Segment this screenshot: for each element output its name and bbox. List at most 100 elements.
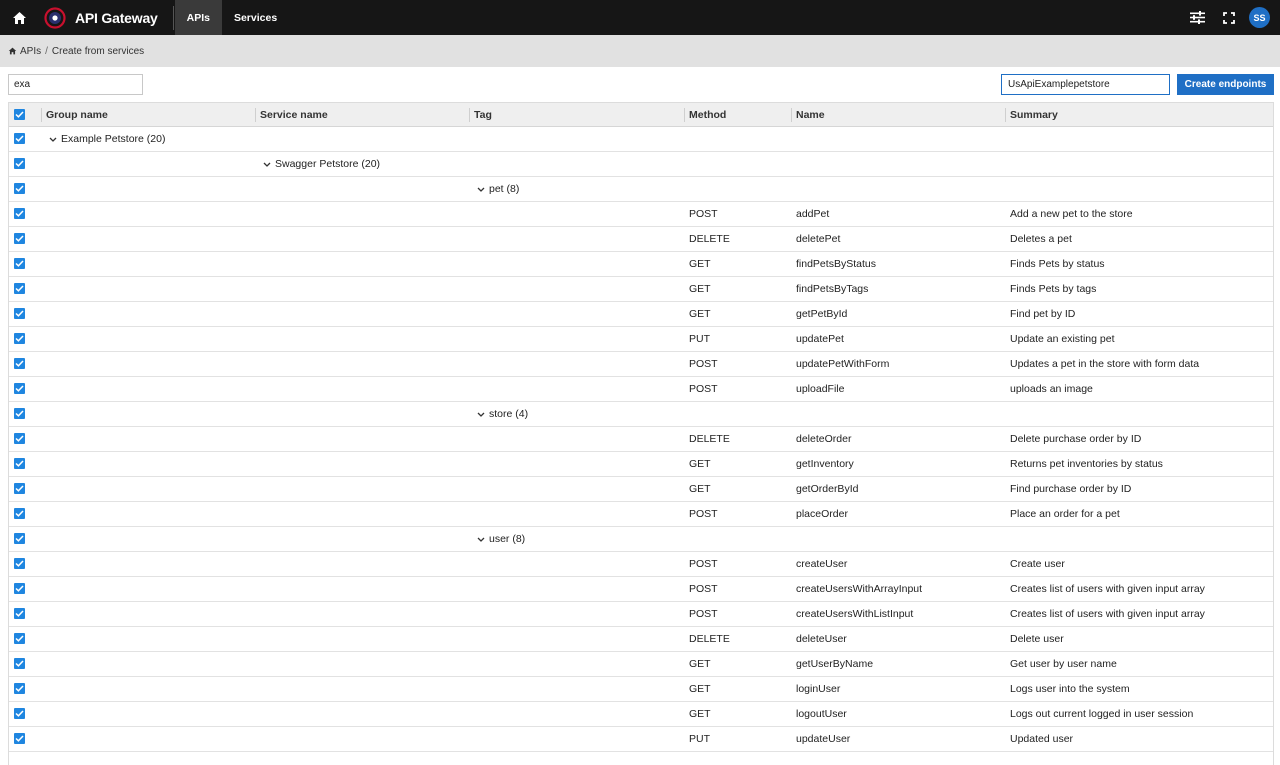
method-cell: PUT xyxy=(689,733,710,745)
search-input[interactable] xyxy=(8,74,143,95)
row-checkbox[interactable] xyxy=(14,283,25,294)
breadcrumb-apis-link[interactable]: APIs xyxy=(20,46,41,57)
breadcrumb: APIs / Create from services xyxy=(0,35,1280,67)
method-cell: POST xyxy=(689,583,718,595)
breadcrumb-home-icon[interactable] xyxy=(8,47,17,55)
row-checkbox[interactable] xyxy=(14,233,25,244)
row-checkbox[interactable] xyxy=(14,658,25,669)
method-cell: DELETE xyxy=(689,433,730,445)
table-row[interactable]: POST createUsersWithArrayInput Creates lis… xyxy=(9,577,1273,602)
col-header-tag[interactable]: Tag xyxy=(474,103,492,127)
row-checkbox[interactable] xyxy=(14,533,25,544)
column-divider xyxy=(255,108,256,122)
table-row[interactable]: GET findPetsByStatus Finds Pets by status xyxy=(9,252,1273,277)
tag-name[interactable]: pet (8) xyxy=(477,177,519,201)
summary-cell: Finds Pets by status xyxy=(1010,258,1105,270)
table-row[interactable]: POST createUsersWithListInput Creates list… xyxy=(9,602,1273,627)
tab-apis[interactable]: APIs xyxy=(174,0,222,35)
col-header-method[interactable]: Method xyxy=(689,103,726,127)
table-row[interactable]: GET getPetById Find pet by ID xyxy=(9,302,1273,327)
row-checkbox[interactable] xyxy=(14,583,25,594)
table-row[interactable]: GET logoutUser Logs out current logged in … xyxy=(9,702,1273,727)
summary-cell: Updated user xyxy=(1010,733,1074,745)
name-cell: createUsersWithListInput xyxy=(796,608,914,620)
row-checkbox[interactable] xyxy=(14,558,25,569)
table-row[interactable]: POST uploadFile uploads an image xyxy=(9,377,1273,402)
group-name[interactable]: Example Petstore (20) xyxy=(49,127,165,151)
row-checkbox[interactable] xyxy=(14,258,25,269)
row-checkbox[interactable] xyxy=(14,183,25,194)
tag-name[interactable]: store (4) xyxy=(477,402,528,426)
row-checkbox[interactable] xyxy=(14,133,25,144)
checkmark-icon xyxy=(15,210,24,217)
col-header-name[interactable]: Name xyxy=(796,103,825,127)
service-name[interactable]: Swagger Petstore (20) xyxy=(263,152,380,176)
tag-name[interactable]: user (8) xyxy=(477,527,525,551)
user-avatar[interactable]: SS xyxy=(1249,7,1270,28)
table-row[interactable]: POST placeOrder Place an order for a pet xyxy=(9,502,1273,527)
table-row[interactable]: DELETE deleteOrder Delete purchase order b… xyxy=(9,427,1273,452)
table-row[interactable]: DELETE deleteUser Delete user xyxy=(9,627,1273,652)
table-row[interactable]: DELETE deletePet Deletes a pet xyxy=(9,227,1273,252)
home-icon[interactable] xyxy=(0,0,38,35)
method-cell: GET xyxy=(689,458,711,470)
col-header-group-name[interactable]: Group name xyxy=(46,103,108,127)
service-row[interactable]: Swagger Petstore (20) xyxy=(9,152,1273,177)
row-checkbox[interactable] xyxy=(14,333,25,344)
chevron-down-icon[interactable] xyxy=(49,137,57,142)
row-checkbox[interactable] xyxy=(14,608,25,619)
select-all-checkbox[interactable] xyxy=(14,109,25,120)
tag-row[interactable]: store (4) xyxy=(9,402,1273,427)
chevron-down-icon[interactable] xyxy=(477,187,485,192)
row-checkbox[interactable] xyxy=(14,733,25,744)
checkmark-icon xyxy=(15,585,24,592)
table-row[interactable]: POST createUser Create user xyxy=(9,552,1273,577)
checkmark-icon xyxy=(15,185,24,192)
row-checkbox[interactable] xyxy=(14,508,25,519)
table-row[interactable]: PUT updatePet Update an existing pet xyxy=(9,327,1273,352)
table-row[interactable]: GET getUserByName Get user by user name xyxy=(9,652,1273,677)
row-checkbox[interactable] xyxy=(14,458,25,469)
col-header-service-name[interactable]: Service name xyxy=(260,103,328,127)
row-checkbox[interactable] xyxy=(14,308,25,319)
row-checkbox[interactable] xyxy=(14,208,25,219)
group-row[interactable]: Example Petstore (20) xyxy=(9,127,1273,152)
chevron-down-icon[interactable] xyxy=(263,162,271,167)
row-checkbox[interactable] xyxy=(14,408,25,419)
nav-divider xyxy=(172,5,174,30)
method-cell: POST xyxy=(689,358,718,370)
summary-cell: Updates a pet in the store with form dat… xyxy=(1010,358,1200,370)
row-checkbox[interactable] xyxy=(14,633,25,644)
settings-sliders-icon[interactable] xyxy=(1181,0,1213,35)
row-checkbox[interactable] xyxy=(14,433,25,444)
row-checkbox[interactable] xyxy=(14,158,25,169)
fullscreen-icon[interactable] xyxy=(1213,0,1245,35)
summary-cell: Returns pet inventories by status xyxy=(1010,458,1163,470)
table-row[interactable]: GET getOrderById Find purchase order by ID xyxy=(9,477,1273,502)
tab-services[interactable]: Services xyxy=(222,0,289,35)
row-checkbox[interactable] xyxy=(14,483,25,494)
name-cell: addPet xyxy=(796,208,830,220)
row-checkbox[interactable] xyxy=(14,683,25,694)
table-row[interactable]: GET getInventory Returns pet inventories b… xyxy=(9,452,1273,477)
api-name-input[interactable] xyxy=(1001,74,1170,95)
summary-cell: Update an existing pet xyxy=(1010,333,1115,345)
tag-row[interactable]: pet (8) xyxy=(9,177,1273,202)
row-checkbox[interactable] xyxy=(14,708,25,719)
tag-row[interactable]: user (8) xyxy=(9,527,1273,552)
col-header-summary[interactable]: Summary xyxy=(1010,103,1058,127)
name-cell: loginUser xyxy=(796,683,841,695)
table-row[interactable]: GET loginUser Logs user into the system xyxy=(9,677,1273,702)
table-row[interactable]: GET findPetsByTags Finds Pets by tags xyxy=(9,277,1273,302)
table-row[interactable]: POST addPet Add a new pet to the store xyxy=(9,202,1273,227)
create-endpoints-button[interactable]: Create endpoints xyxy=(1177,74,1274,95)
summary-cell: Add a new pet to the store xyxy=(1010,208,1133,220)
checkmark-icon xyxy=(15,735,24,742)
chevron-down-icon[interactable] xyxy=(477,537,485,542)
row-checkbox[interactable] xyxy=(14,383,25,394)
table-row[interactable]: POST updatePetWithForm Updates a pet in th… xyxy=(9,352,1273,377)
column-divider xyxy=(41,108,42,122)
chevron-down-icon[interactable] xyxy=(477,412,485,417)
row-checkbox[interactable] xyxy=(14,358,25,369)
table-row[interactable]: PUT updateUser Updated user xyxy=(9,727,1273,752)
